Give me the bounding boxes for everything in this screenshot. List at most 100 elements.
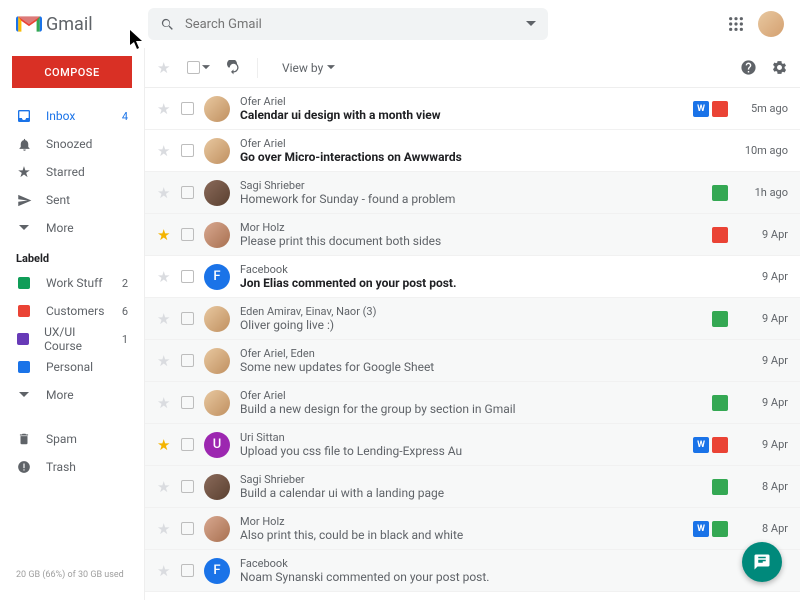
refresh-icon[interactable] (226, 60, 241, 75)
sender-avatar (204, 516, 230, 542)
attachments (712, 479, 728, 495)
sender-avatar: F (204, 558, 230, 584)
attachment-pdf-icon (712, 101, 728, 117)
email-checkbox[interactable] (181, 522, 194, 535)
email-time: 9 Apr (738, 228, 788, 241)
search-icon (160, 17, 175, 32)
apps-icon[interactable] (728, 16, 744, 32)
sender-avatar (204, 180, 230, 206)
nav-item-trash[interactable]: Trash (0, 453, 144, 481)
attachment-img-icon (712, 395, 728, 411)
chev-icon (16, 224, 32, 232)
nav-item-inbox[interactable]: Inbox4 (0, 102, 144, 130)
star-icon[interactable]: ★ (157, 394, 171, 412)
attachments (712, 395, 728, 411)
nav-item-spam[interactable]: Spam (0, 425, 144, 453)
chat-icon (753, 553, 771, 571)
compose-button[interactable]: COMPOSE (12, 56, 132, 88)
email-row[interactable]: ★Sagi ShrieberBuild a calendar ui with a… (145, 466, 800, 508)
sender-avatar (204, 306, 230, 332)
star-icon[interactable]: ★ (157, 142, 171, 160)
email-checkbox[interactable] (181, 186, 194, 199)
nav-item-sent[interactable]: Sent (0, 186, 144, 214)
email-subject: Upload you css file to Lending-Express A… (240, 444, 683, 458)
email-checkbox[interactable] (181, 354, 194, 367)
chev-icon (16, 391, 32, 399)
email-checkbox[interactable] (181, 102, 194, 115)
sender-name: Ofer Ariel (240, 137, 718, 150)
email-subject: Oliver going live :) (240, 318, 702, 332)
star-icon[interactable]: ★ (157, 520, 171, 538)
chat-fab[interactable] (742, 542, 782, 582)
sender-avatar (204, 474, 230, 500)
email-checkbox[interactable] (181, 438, 194, 451)
email-checkbox[interactable] (181, 144, 194, 157)
email-time: 1h ago (738, 186, 788, 199)
email-row[interactable]: ★Ofer ArielCalendar ui design with a mon… (145, 88, 800, 130)
sender-name: Facebook (240, 263, 718, 276)
search-bar[interactable] (148, 8, 548, 40)
help-icon[interactable] (740, 59, 757, 76)
star-icon[interactable]: ★ (157, 478, 171, 496)
email-row[interactable]: ★Mor HolzPlease print this document both… (145, 214, 800, 256)
email-checkbox[interactable] (181, 228, 194, 241)
attachment-img-icon (712, 521, 728, 537)
email-row[interactable]: ★Sagi ShrieberHomework for Sunday - foun… (145, 172, 800, 214)
view-by-dropdown[interactable]: View by (282, 61, 335, 75)
attachments: W (693, 437, 728, 453)
nav-label: Starred (46, 165, 85, 179)
gmail-logo[interactable]: Gmail (16, 14, 136, 35)
email-row[interactable]: ★Mor HolzAlso print this, could be in bl… (145, 508, 800, 550)
email-checkbox[interactable] (181, 480, 194, 493)
email-subject: Calendar ui design with a month view (240, 108, 683, 122)
label-item-ux-ui-course[interactable]: UX/UI Course1 (0, 325, 144, 353)
attachment-img-icon (712, 311, 728, 327)
chevron-down-icon (327, 65, 335, 70)
email-list: ★ Ofer Ariel Calendar ui design with a mon… (145, 88, 800, 600)
email-subject: Homework for Sunday - found a problem (240, 192, 702, 206)
star-icon[interactable]: ★ (157, 352, 171, 370)
email-row[interactable]: ★Eden Amirav, Einav, Naor (3)Oliver goin… (145, 298, 800, 340)
email-checkbox[interactable] (181, 564, 194, 577)
label-item-work-stuff[interactable]: Work Stuff2 (0, 269, 144, 297)
label-item-customers[interactable]: Customers6 (0, 297, 144, 325)
nav-label: More (46, 388, 74, 402)
email-subject: Build a new design for the group by sect… (240, 402, 702, 416)
email-row[interactable]: ★Ofer ArielGo over Micro-interactions on… (145, 130, 800, 172)
star-toggle[interactable]: ★ (157, 59, 171, 77)
attachment-img-icon (712, 479, 728, 495)
star-icon[interactable]: ★ (157, 310, 171, 328)
gear-icon[interactable] (771, 59, 788, 76)
account-avatar[interactable] (758, 11, 784, 37)
email-row[interactable]: ★FFacebookNoam Synanski commented on you… (145, 550, 800, 592)
email-row[interactable]: ★FFacebookJon Elias commented on your po… (145, 256, 800, 298)
nav-label: UX/UI Course (44, 325, 108, 353)
email-row[interactable]: ★ U Uri SittanUpload you css file to Lendi… (145, 424, 800, 466)
chevron-down-icon[interactable] (526, 19, 536, 29)
nav-item-snoozed[interactable]: Snoozed (0, 130, 144, 158)
email-time: 9 Apr (738, 396, 788, 409)
nav-item-more[interactable]: More (0, 214, 144, 242)
label-item-personal[interactable]: Personal (0, 353, 144, 381)
email-row[interactable]: ★Ofer ArielBuild a new design for the gr… (145, 382, 800, 424)
email-row[interactable]: ★Ofer Ariel, EdenSome new updates for Go… (145, 340, 800, 382)
select-all-checkbox[interactable] (187, 61, 200, 74)
star-icon[interactable]: ★ (157, 436, 171, 454)
email-checkbox[interactable] (181, 312, 194, 325)
label-item-more[interactable]: More (0, 381, 144, 409)
email-checkbox[interactable] (181, 396, 194, 409)
star-icon[interactable]: ★ (157, 226, 171, 244)
chevron-down-icon[interactable] (202, 65, 210, 70)
attachments: W (693, 521, 728, 537)
email-time: 9 Apr (738, 438, 788, 451)
search-input[interactable] (185, 17, 516, 32)
sender-avatar: U (204, 432, 230, 458)
star-icon[interactable]: ★ (157, 184, 171, 202)
sender-name: Uri Sittan (240, 431, 683, 444)
nav-item-starred[interactable]: ★Starred (0, 158, 144, 186)
email-checkbox[interactable] (181, 270, 194, 283)
star-icon[interactable]: ★ (157, 268, 171, 286)
star-icon[interactable]: ★ (157, 562, 171, 580)
star-icon[interactable]: ★ (157, 100, 171, 118)
sidebar: COMPOSE Inbox4Snoozed★StarredSentMore La… (0, 48, 144, 600)
